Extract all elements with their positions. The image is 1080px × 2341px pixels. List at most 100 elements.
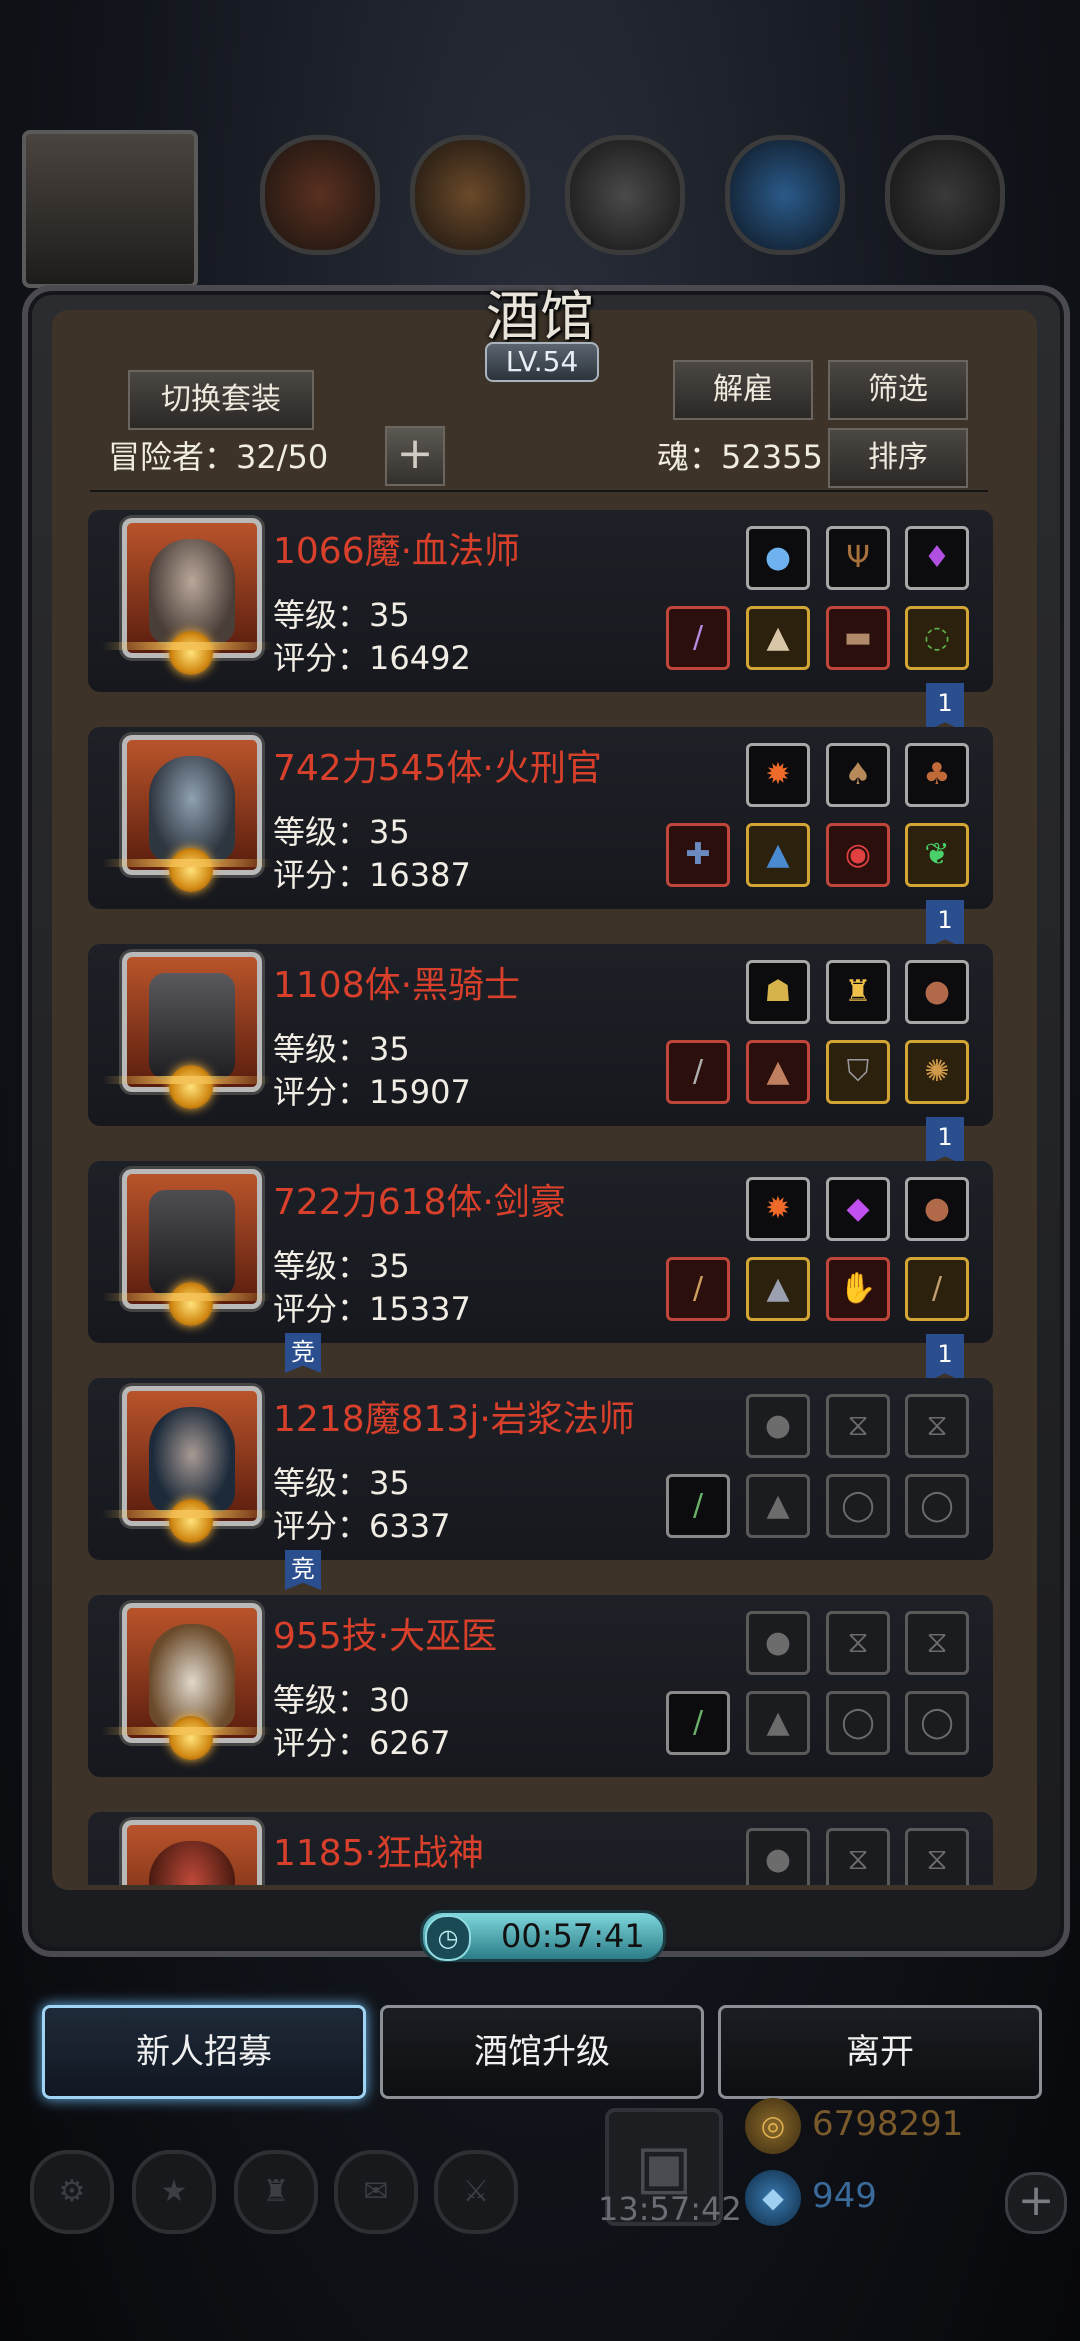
hero-card[interactable]: 722力618体·剑豪 等级：35 评分：15337 ✹ ◆ ● / ▲ ✋ / — [88, 1161, 993, 1343]
hero-level: 等级：30 — [273, 1681, 410, 1719]
axe-icon[interactable]: ✚ — [666, 823, 730, 887]
tavern-level: LV.54 — [485, 342, 599, 382]
leave-button[interactable]: 离开 — [718, 2005, 1042, 2099]
resource-icon-5 — [885, 135, 1005, 255]
empty-ring-slot-icon[interactable]: ◯ — [826, 1691, 890, 1755]
mail-icon[interactable]: ✉ — [334, 2150, 418, 2234]
hero-name: 1185·狂战神 — [273, 1833, 485, 1874]
empty-armor-slot-icon[interactable]: ▲ — [746, 1474, 810, 1538]
amulet-icon[interactable]: ✺ — [905, 1040, 969, 1104]
blade-icon[interactable]: / — [666, 1257, 730, 1321]
hero-level: 等级：35 — [273, 1030, 410, 1068]
empty-drop-slot-icon[interactable]: ● — [746, 1394, 810, 1458]
hero-avatar — [122, 1169, 262, 1326]
team-tag: 1 — [926, 1334, 964, 1382]
panel-title: 酒馆 — [486, 285, 594, 348]
wand-icon[interactable]: / — [666, 1691, 730, 1755]
soul-count: 魂：52355 — [657, 438, 823, 476]
empty-hourglass-slot-icon[interactable]: ⧖ — [826, 1828, 890, 1885]
armor-icon[interactable]: ▲ — [746, 1257, 810, 1321]
hero-card[interactable]: 1218魔813j·岩浆法师 等级：35 评分：6337 ● ⧖ ⧖ / ▲ ◯… — [88, 1378, 993, 1560]
filter-button[interactable]: 筛选 — [828, 360, 968, 420]
hero-avatar — [122, 1603, 262, 1760]
pouch-icon[interactable]: ♠ — [826, 743, 890, 807]
empty-hourglass-slot-icon[interactable]: ⧖ — [905, 1828, 969, 1885]
hero-name: 1066魔·血法师 — [273, 531, 521, 572]
tavern-upgrade-button[interactable]: 酒馆升级 — [380, 2005, 704, 2099]
settings-icon[interactable]: ⚙ — [30, 2150, 114, 2234]
hero-avatar — [122, 1386, 262, 1543]
empty-hourglass-slot-icon[interactable]: ⧖ — [826, 1394, 890, 1458]
hero-score: 评分：15907 — [273, 1073, 471, 1111]
add-currency-button[interactable]: + — [1005, 2172, 1067, 2234]
barrel-icon[interactable]: ● — [905, 960, 969, 1024]
player-portrait[interactable] — [22, 130, 198, 288]
empty-hourglass-slot-icon[interactable]: ⧖ — [905, 1394, 969, 1458]
plate-armor-icon[interactable]: ▲ — [746, 1040, 810, 1104]
hero-name: 742力545体·火刑官 — [273, 748, 602, 789]
jug-icon[interactable]: ♣ — [905, 743, 969, 807]
hero-score: 评分：6337 — [273, 1507, 451, 1545]
lantern-icon[interactable]: ♜ — [826, 960, 890, 1024]
leaf-icon[interactable]: ❦ — [905, 823, 969, 887]
recruit-button[interactable]: 新人招募 — [42, 2005, 366, 2099]
hero-list[interactable]: 1066魔·血法师 等级：35 评分：16492 ● Ψ ♦ / ▲ ▬ ◌ 1… — [88, 505, 998, 1885]
empty-ring-slot-icon[interactable]: ◯ — [905, 1691, 969, 1755]
dismiss-button[interactable]: 解雇 — [673, 360, 813, 420]
empty-ring-slot-icon[interactable]: ◯ — [905, 1474, 969, 1538]
sword-icon[interactable]: / — [666, 1040, 730, 1104]
book-icon[interactable]: ▬ — [826, 606, 890, 670]
divider — [90, 490, 988, 492]
medal-icon — [169, 631, 213, 675]
add-adventurer-slot-button[interactable]: + — [385, 426, 445, 486]
switch-outfit-button[interactable]: 切换套装 — [128, 370, 314, 430]
fire-icon[interactable]: ✹ — [746, 743, 810, 807]
robe-icon[interactable]: ▲ — [746, 606, 810, 670]
empty-drop-slot-icon[interactable]: ● — [746, 1611, 810, 1675]
shield-icon[interactable]: ⛉ — [826, 1040, 890, 1104]
hero-avatar — [122, 735, 262, 892]
arena-badge: 竞 — [285, 1333, 321, 1373]
team-tag: 1 — [926, 900, 964, 948]
hero-card[interactable]: 1108体·黑骑士 等级：35 评分：15907 ☗ ♜ ● / ▲ ⛉ ✺ — [88, 944, 993, 1126]
gem-currency-icon: ◆ — [745, 2170, 801, 2226]
orb-icon[interactable]: ● — [746, 526, 810, 590]
hero-card[interactable]: 1185·狂战神 ● ⧖ ⧖ — [88, 1812, 993, 1885]
gauntlet-icon[interactable]: ✋ — [826, 1257, 890, 1321]
sword-menu-icon[interactable]: ⚔ — [434, 2150, 518, 2234]
barrel-icon[interactable]: ● — [905, 1177, 969, 1241]
castle-icon[interactable]: ♜ — [234, 2150, 318, 2234]
staff-icon[interactable]: / — [666, 606, 730, 670]
resource-icon-1 — [260, 135, 380, 255]
hero-card[interactable]: 955技·大巫医 等级：30 评分：6267 ● ⧖ ⧖ / ▲ ◯ ◯ — [88, 1595, 993, 1777]
empty-hourglass-slot-icon[interactable]: ⧖ — [826, 1611, 890, 1675]
hero-level: 等级：35 — [273, 1464, 410, 1502]
gem-icon[interactable]: ◆ — [826, 1177, 890, 1241]
empty-drop-slot-icon[interactable]: ● — [746, 1828, 810, 1885]
hero-card[interactable]: 742力545体·火刑官 等级：35 评分：16387 ✹ ♠ ♣ ✚ ▲ ◉ … — [88, 727, 993, 909]
wand-icon[interactable]: / — [666, 1474, 730, 1538]
dagger-icon[interactable]: / — [905, 1257, 969, 1321]
hero-avatar — [122, 518, 262, 675]
antler-icon[interactable]: Ψ — [826, 526, 890, 590]
resource-icon-4 — [725, 135, 845, 255]
empty-hourglass-slot-icon[interactable]: ⧖ — [905, 1611, 969, 1675]
potion-icon[interactable]: ♦ — [905, 526, 969, 590]
hero-score: 评分：6267 — [273, 1724, 451, 1762]
mask-icon[interactable]: ☗ — [746, 960, 810, 1024]
empty-armor-slot-icon[interactable]: ▲ — [746, 1691, 810, 1755]
fire-icon[interactable]: ✹ — [746, 1177, 810, 1241]
star-icon[interactable]: ★ — [132, 2150, 216, 2234]
eye-icon[interactable]: ◉ — [826, 823, 890, 887]
empty-ring-slot-icon[interactable]: ◯ — [826, 1474, 890, 1538]
hero-card[interactable]: 1066魔·血法师 等级：35 评分：16492 ● Ψ ♦ / ▲ ▬ ◌ — [88, 510, 993, 692]
hero-name: 1108体·黑骑士 — [273, 965, 521, 1006]
refresh-timer: ◷ 00:57:41 — [420, 1910, 666, 1962]
armor-icon[interactable]: ▲ — [746, 823, 810, 887]
sort-button[interactable]: 排序 — [828, 428, 968, 488]
hero-name: 955技·大巫医 — [273, 1616, 498, 1657]
medal-icon — [169, 1716, 213, 1760]
necklace-icon[interactable]: ◌ — [905, 606, 969, 670]
resource-icon-2 — [410, 135, 530, 255]
team-tag: 1 — [926, 683, 964, 731]
